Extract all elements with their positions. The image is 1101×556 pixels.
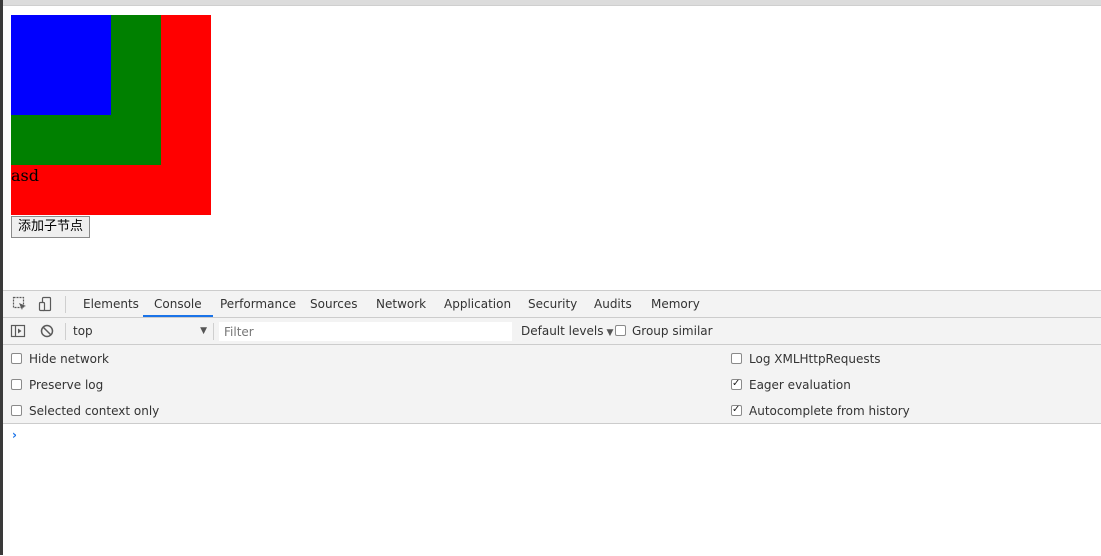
show-sidebar-icon[interactable] <box>9 323 27 339</box>
log-levels-label: Default levels <box>521 324 604 338</box>
tab-elements[interactable]: Elements <box>83 291 139 317</box>
filter-input[interactable] <box>219 322 512 341</box>
add-child-node-button[interactable]: 添加子节点 <box>11 216 91 238</box>
middle-green-box <box>11 15 161 165</box>
tab-security[interactable]: Security <box>528 291 577 317</box>
hide-network-checkbox[interactable] <box>11 353 22 364</box>
autocomplete-from-history-label: Autocomplete from history <box>749 404 910 418</box>
autocomplete-from-history-checkbox[interactable] <box>731 403 742 416</box>
page-viewport: asd 添加子节点 <box>3 6 1101 290</box>
selected-context-only-label: Selected context only <box>29 404 160 418</box>
context-dropdown-arrow-icon: ▼ <box>200 326 207 336</box>
group-similar-checkbox[interactable] <box>615 325 626 336</box>
console-toolbar: top ▼ Default levels▼ Group similar <box>3 318 1101 345</box>
tab-audits[interactable]: Audits <box>594 291 632 317</box>
device-toolbar-icon[interactable] <box>37 296 55 312</box>
tab-application[interactable]: Application <box>444 291 511 317</box>
group-similar-label: Group similar <box>632 324 713 338</box>
tab-console[interactable]: Console <box>143 291 213 317</box>
devtools-panel: Elements Console Performance Sources Net… <box>3 290 1101 555</box>
levels-dropdown-arrow-icon: ▼ <box>606 328 614 338</box>
tab-performance[interactable]: Performance <box>220 291 296 317</box>
log-levels-dropdown[interactable]: Default levels ▼ <box>521 322 613 340</box>
console-settings-pane: Hide network Preserve log Selected conte… <box>3 345 1101 424</box>
console-prompt-icon: › <box>12 428 17 442</box>
devtools-tabbar: Elements Console Performance Sources Net… <box>3 291 1101 318</box>
clear-console-icon[interactable] <box>38 323 56 339</box>
box-text: asd <box>11 166 39 185</box>
inspect-element-icon[interactable] <box>11 296 29 312</box>
eager-evaluation-checkbox[interactable] <box>731 377 742 390</box>
selected-context-only-checkbox[interactable] <box>11 405 22 416</box>
inner-blue-box <box>11 15 111 115</box>
tab-network[interactable]: Network <box>376 291 426 317</box>
toolbar-separator <box>65 323 66 340</box>
tab-memory[interactable]: Memory <box>651 291 700 317</box>
preserve-log-label: Preserve log <box>29 378 104 392</box>
toolbar-separator <box>213 323 214 340</box>
log-xmlhttprequests-checkbox[interactable] <box>731 353 742 364</box>
outer-red-box: asd <box>11 15 211 215</box>
preserve-log-checkbox[interactable] <box>11 379 22 390</box>
hide-network-label: Hide network <box>29 352 109 366</box>
log-xmlhttprequests-label: Log XMLHttpRequests <box>749 352 881 366</box>
eager-evaluation-label: Eager evaluation <box>749 378 851 392</box>
context-selector[interactable]: top ▼ <box>73 322 209 340</box>
tabbar-separator <box>65 296 66 313</box>
console-output-area[interactable]: › <box>3 424 1101 556</box>
tab-sources[interactable]: Sources <box>310 291 357 317</box>
context-value: top <box>73 324 93 338</box>
